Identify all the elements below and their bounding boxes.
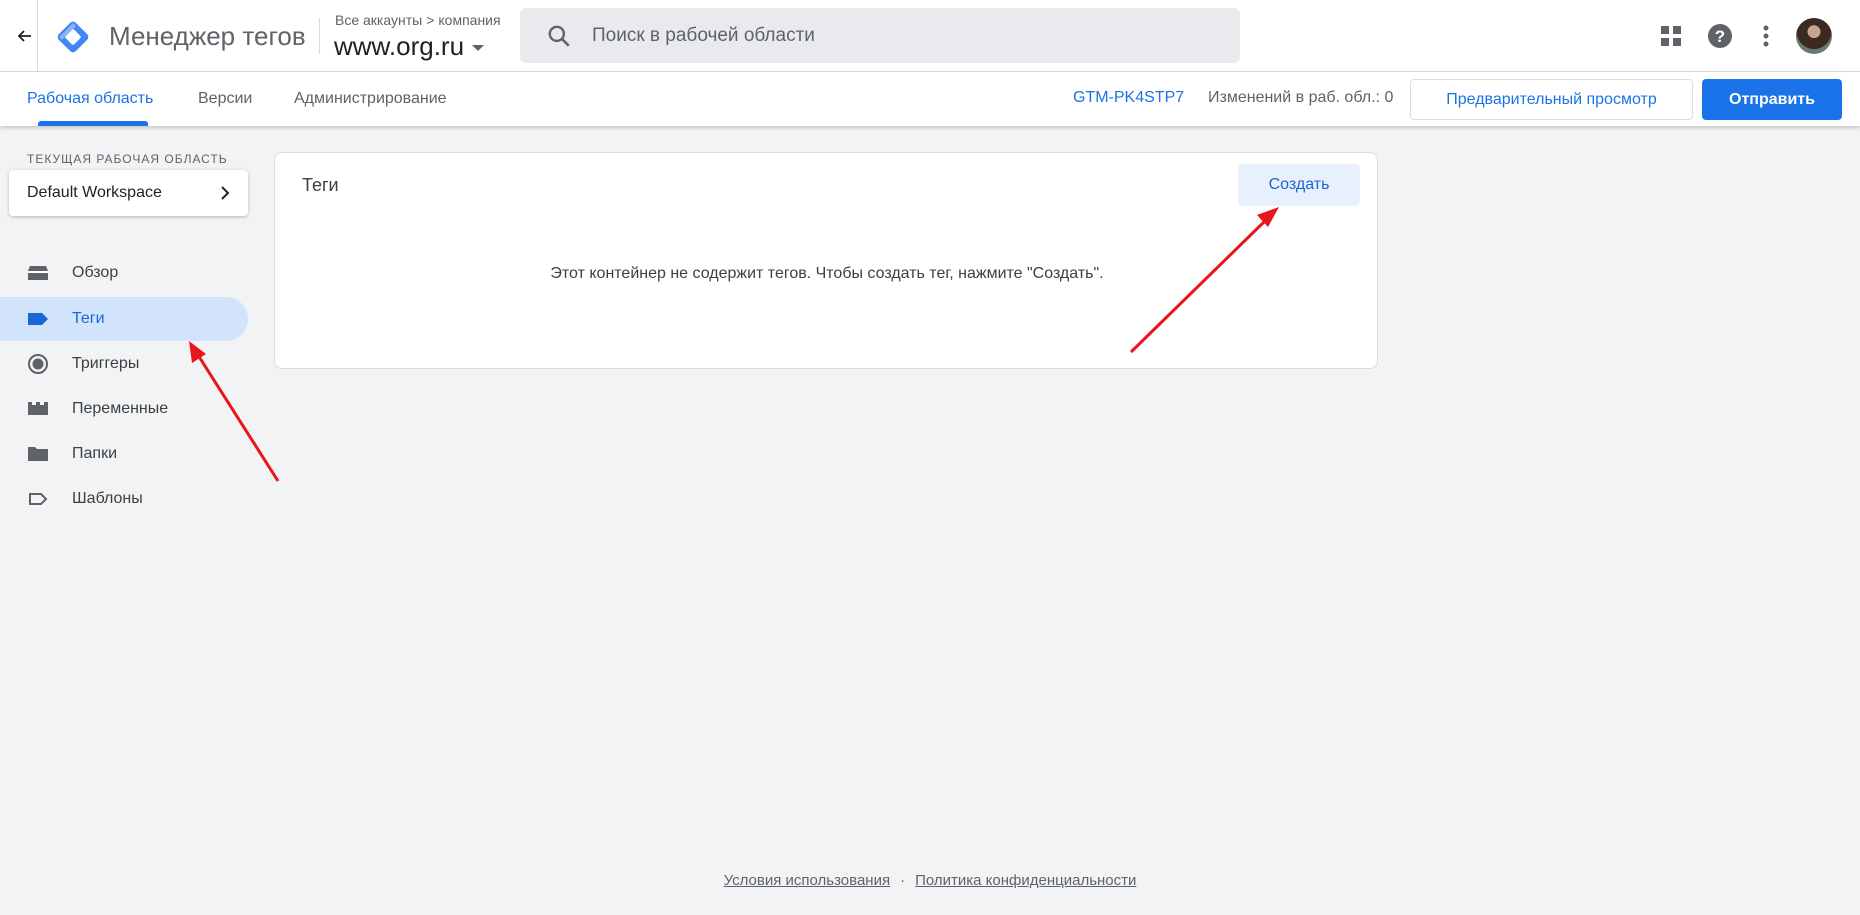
card-title: Теги [302,175,339,195]
breadcrumb-separator: > [426,12,435,28]
preview-button[interactable]: Предварительный просмотр [1410,79,1693,120]
sidebar-item-label: Теги [72,310,105,327]
empty-state-message: Этот контейнер не содержит тегов. Чтобы … [550,265,1104,282]
tab-versions[interactable]: Версии [198,72,252,126]
current-workspace-caption: ТЕКУЩАЯ РАБОЧАЯ ОБЛАСТЬ [27,152,228,166]
sidebar-item-label: Папки [72,445,117,462]
search-bar[interactable] [520,8,1240,63]
tag-icon [28,313,48,325]
tab-admin[interactable]: Администрирование [294,72,447,126]
breadcrumb-accounts[interactable]: Все аккаунты [335,12,422,28]
sidebar-item-variables[interactable]: Переменные [0,387,248,431]
search-input[interactable] [592,24,1192,47]
sidebar-item-label: Триггеры [72,355,140,372]
submit-button[interactable]: Отправить [1702,79,1842,120]
svg-text:?: ? [1715,27,1725,46]
breadcrumb-account[interactable]: компания [438,12,500,28]
sidebar-item-folders[interactable]: Папки [0,432,248,476]
sidebar-item-label: Переменные [72,400,169,417]
workspace-selector[interactable]: Default Workspace [9,170,248,216]
overview-icon [28,266,48,280]
tag-manager-logo-icon [57,21,89,53]
template-icon [29,493,48,505]
footer-separator: · [900,872,906,889]
variables-icon [28,402,48,415]
chevron-right-icon [221,186,230,200]
container-id-link[interactable]: GTM-PK4STP7 [1073,89,1184,107]
active-tab-indicator [38,121,148,126]
sidebar-item-templates[interactable]: Шаблоны [0,477,248,521]
privacy-link[interactable]: Политика конфиденциальности [915,872,1136,889]
avatar[interactable] [1796,18,1832,54]
footer: Условия использования · Политика конфиде… [0,872,1860,889]
apps-grid-icon[interactable] [1655,20,1687,52]
divider [37,0,38,72]
tab-workspace[interactable]: Рабочая область [27,72,153,126]
app-title: Менеджер тегов [109,21,306,51]
workspace-name: Default Workspace [27,184,162,201]
search-icon [548,25,570,47]
tags-card: Теги Создать Этот контейнер не содержит … [274,152,1378,369]
annotation-arrows [189,207,1279,482]
breadcrumb[interactable]: Все аккаунты > компания [335,12,501,28]
more-vert-icon[interactable] [1750,20,1782,52]
sidebar-item-label: Шаблоны [72,490,143,507]
folder-icon [28,447,48,461]
top-app-bar: Менеджер тегов Все аккаунты > компания w… [0,0,1860,72]
sidebar-item-label: Обзор [72,264,119,281]
workspace-changes-count: Изменений в раб. обл.: 0 [1208,89,1394,106]
create-tag-button[interactable]: Создать [1238,164,1360,206]
container-selector[interactable]: www.org.ru [334,31,485,62]
sidebar-item-overview[interactable]: Обзор [0,251,248,295]
sidebar-item-tags[interactable]: Теги [0,297,248,341]
divider [319,18,320,54]
trigger-icon [28,354,48,374]
help-icon[interactable]: ? [1704,20,1736,52]
terms-link[interactable]: Условия использования [724,872,891,889]
caret-down-icon [472,45,485,51]
sidebar-item-triggers[interactable]: Триггеры [0,342,248,386]
container-name: www.org.ru [334,31,465,61]
